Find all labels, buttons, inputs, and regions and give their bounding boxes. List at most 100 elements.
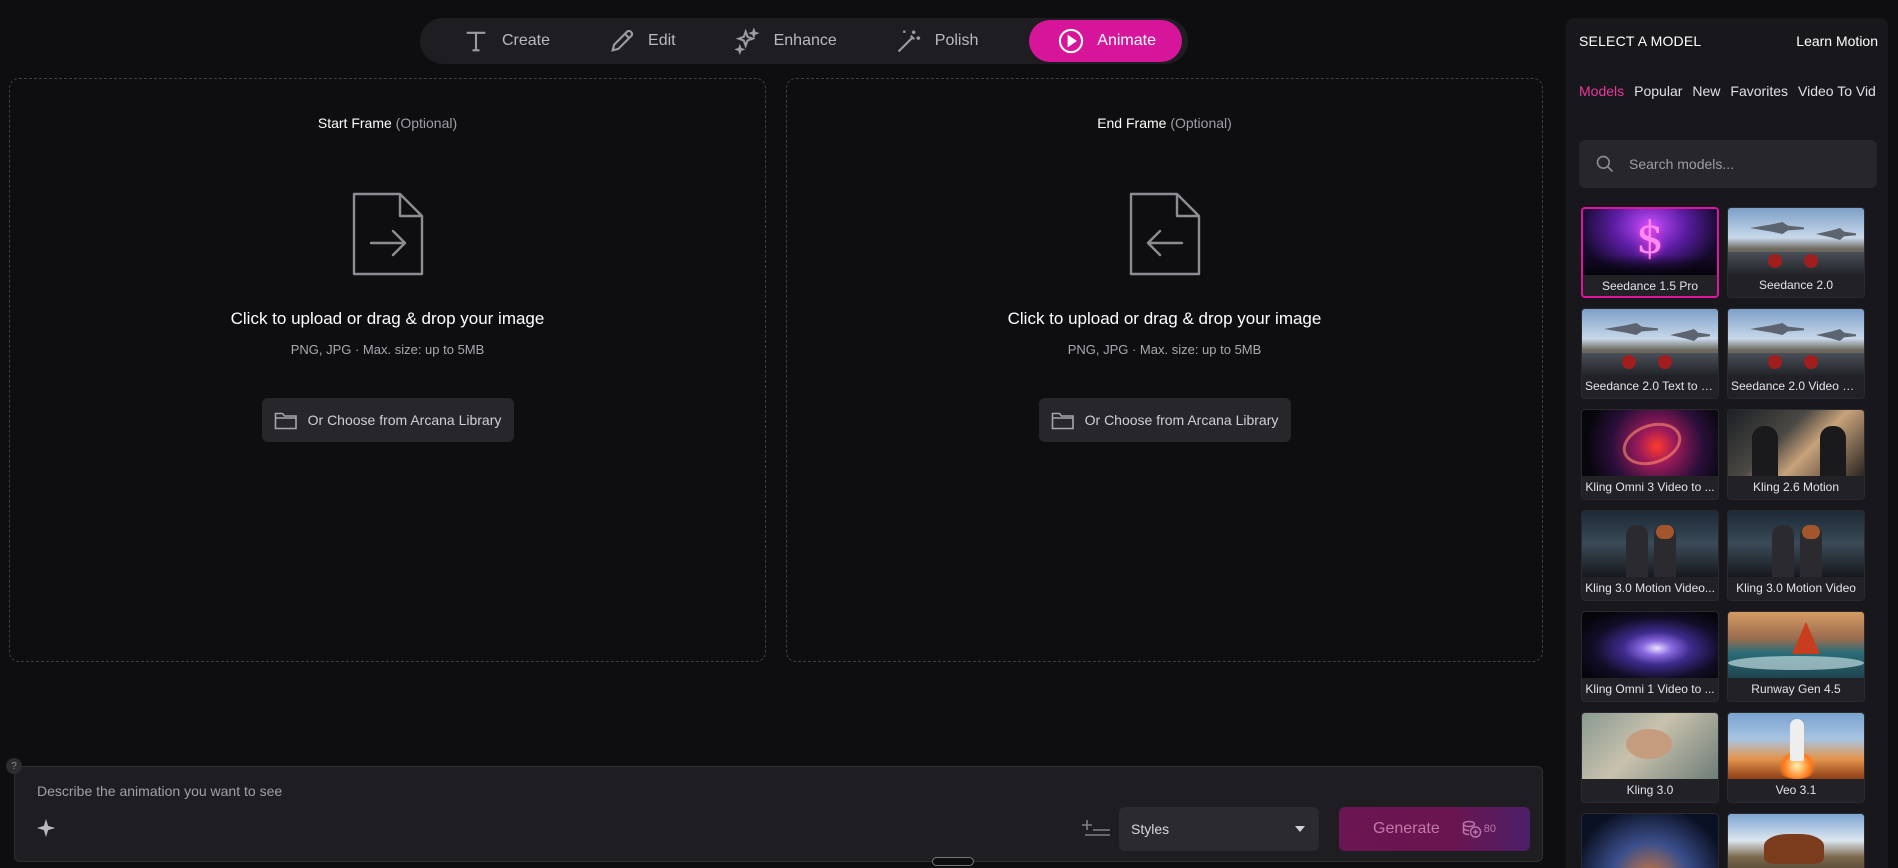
tab-animate-label: Animate [1097,32,1156,49]
tab-create[interactable]: Create [426,20,572,62]
generate-button[interactable]: Generate 80 [1339,807,1530,851]
model-card-label: Seedance 2.0 Video Re... [1731,379,1864,393]
model-card-seedance-2-0[interactable]: Seedance 2.0 [1727,207,1865,298]
magic-wand-icon [897,30,920,53]
enhance-prompt-button[interactable] [35,817,59,841]
model-card-label: Seedance 1.5 Pro [1601,279,1699,293]
model-card-kling-omni-3[interactable]: Kling Omni 3 Video to ... [1581,409,1719,500]
end-frame-dropzone[interactable]: End Frame (Optional) Click to upload or … [786,78,1543,662]
search-icon [1596,155,1614,173]
generate-label: Generate [1373,820,1440,837]
model-thumbnail [1582,309,1718,375]
model-thumbnail [1582,612,1718,678]
model-thumbnail [1582,713,1718,779]
styles-dropdown-label: Styles [1131,821,1170,837]
animation-prompt-input[interactable] [37,779,837,803]
file-arrow-left-icon [1128,191,1202,277]
filter-tab-new[interactable]: New [1692,83,1720,99]
model-thumbnail [1582,814,1718,868]
model-card-label: Seedance 2.0 [1758,278,1834,292]
end-frame-upload-text: Click to upload or drag & drop your imag… [1007,309,1322,328]
folder-icon [1051,412,1074,430]
end-frame-library-button[interactable]: Or Choose from Arcana Library [1038,398,1291,442]
tab-create-label: Create [502,32,551,49]
model-card-label: Veo 3.1 [1775,783,1817,797]
model-thumbnail [1728,713,1864,779]
model-card-seedance-1-5-pro[interactable]: $ Seedance 1.5 Pro [1581,207,1719,298]
start-frame-upload-text: Click to upload or drag & drop your imag… [230,309,545,328]
model-card-seedance-2-0-text-to-video[interactable]: Seedance 2.0 Text to V... [1581,308,1719,399]
model-grid: $ Seedance 1.5 Pro Seedance 2.0 Seedance… [1581,207,1877,868]
model-card-label: Kling 3.0 Motion Video... [1585,581,1715,595]
end-frame-title: End Frame (Optional) [787,115,1542,131]
add-list-icon [1082,820,1110,836]
tab-edit[interactable]: Edit [572,20,698,62]
model-card-veo-3-1[interactable]: Veo 3.1 [1727,712,1865,803]
filter-tab-video-to-video[interactable]: Video To Vid [1798,83,1876,99]
start-frame-upload-hint: PNG, JPG · Max. size: up to 5MB [290,342,485,357]
end-frame-library-label: Or Choose from Arcana Library [1084,412,1279,428]
tab-enhance[interactable]: Enhance [698,20,859,62]
start-frame-title-text: Start Frame [317,115,392,131]
tab-animate[interactable]: Animate [1029,20,1182,62]
credit-cost: 80 [1462,820,1496,838]
model-thumbnail [1728,511,1864,577]
model-search [1579,140,1877,188]
prompt-composer: Styles Generate 80 [14,766,1543,862]
tab-polish-label: Polish [934,32,979,49]
play-circle-icon [1059,28,1084,54]
file-arrow-right-icon [351,191,425,277]
model-sidebar: SELECT A MODEL Learn Motion Models Popul… [1566,18,1888,868]
model-thumbnail [1728,814,1864,868]
end-frame-upload-hint: PNG, JPG · Max. size: up to 5MB [1067,342,1262,357]
start-frame-dropzone[interactable]: Start Frame (Optional) Click to upload o… [9,78,766,662]
model-thumbnail [1728,612,1864,678]
model-thumbnail [1582,410,1718,476]
model-card-label: Kling 3.0 [1626,783,1674,797]
filter-tab-favorites[interactable]: Favorites [1730,83,1788,99]
model-card-label: Runway Gen 4.5 [1751,682,1841,696]
coins-icon [1462,820,1481,838]
filter-tab-models[interactable]: Models [1579,83,1624,99]
model-card-kling-3-0[interactable]: Kling 3.0 [1581,712,1719,803]
filter-tab-popular[interactable]: Popular [1634,83,1682,99]
model-card-runway-gen-4-5[interactable]: Runway Gen 4.5 [1727,611,1865,702]
model-card-kling-3-0-motion-video-b[interactable]: Kling 3.0 Motion Video [1727,510,1865,601]
model-card-kling-2-6-motion[interactable]: Kling 2.6 Motion [1727,409,1865,500]
model-card-seedance-2-0-video-reference[interactable]: Seedance 2.0 Video Re... [1727,308,1865,399]
model-card-label: Kling 3.0 Motion Video [1736,581,1856,595]
learn-motion-link[interactable]: Learn Motion [1796,33,1878,49]
credit-cost-value: 80 [1483,823,1496,835]
sparkle-icon [36,818,56,838]
resize-handle[interactable] [932,857,974,866]
start-frame-optional: (Optional) [395,115,458,131]
folder-icon [274,412,297,430]
model-card-partial-1[interactable] [1581,813,1719,868]
model-card-kling-omni-1[interactable]: Kling Omni 1 Video to ... [1581,611,1719,702]
model-card-label: Seedance 2.0 Text to V... [1585,379,1718,393]
model-search-input[interactable] [1629,156,1859,172]
mode-switcher: Create Edit Enhance Polish Animate [420,18,1188,64]
model-thumbnail [1582,511,1718,577]
model-thumbnail: $ [1583,209,1717,275]
sparkles-icon [733,27,760,55]
model-card-kling-3-0-motion-video-a[interactable]: Kling 3.0 Motion Video... [1581,510,1719,601]
start-frame-title: Start Frame (Optional) [10,115,765,131]
model-card-partial-2[interactable] [1727,813,1865,868]
model-thumbnail [1728,309,1864,375]
model-thumbnail [1728,208,1864,274]
text-t-icon [466,31,486,52]
tab-edit-label: Edit [648,32,676,49]
model-card-label: Kling Omni 3 Video to ... [1585,480,1715,494]
chevron-down-icon [1295,826,1305,832]
tab-enhance-label: Enhance [773,32,837,49]
start-frame-library-button[interactable]: Or Choose from Arcana Library [261,398,514,442]
sidebar-title: SELECT A MODEL [1579,33,1702,49]
pencil-icon [611,29,634,52]
styles-dropdown[interactable]: Styles [1119,807,1319,851]
end-frame-optional: (Optional) [1170,115,1232,131]
add-to-list-button[interactable] [1081,819,1111,839]
model-card-label: Kling Omni 1 Video to ... [1585,682,1715,696]
tab-polish[interactable]: Polish [859,20,1001,62]
help-button[interactable]: ? [6,758,22,774]
